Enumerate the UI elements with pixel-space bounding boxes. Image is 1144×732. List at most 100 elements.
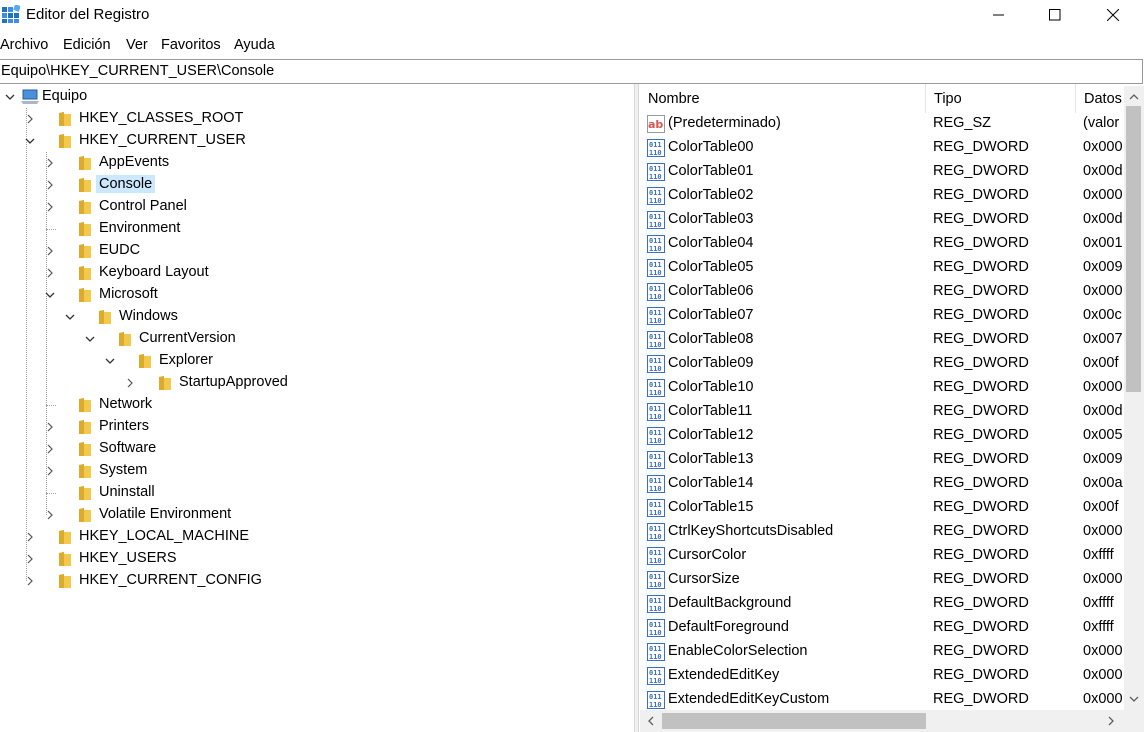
values-list-pane[interactable]: Nombre Tipo Datos ab (Predeterminado) REG_… <box>640 84 1144 732</box>
svg-text:ab: ab <box>648 118 663 131</box>
svg-text:110: 110 <box>649 197 662 205</box>
chevron-down-icon[interactable] <box>103 354 117 368</box>
tree-node[interactable]: HKEY_CURRENT_USER <box>0 130 630 152</box>
tree-node[interactable]: Keyboard Layout <box>0 262 630 284</box>
binary-value-icon: 011 110 <box>647 235 665 253</box>
table-row[interactable]: 011 110 DefaultForeground REG_DWORD 0xffff <box>640 616 1124 640</box>
svg-text:011: 011 <box>649 621 662 629</box>
value-type: REG_DWORD <box>933 451 1029 467</box>
table-row[interactable]: 011 110 ColorTable07 REG_DWORD 0x00c <box>640 304 1124 328</box>
table-row[interactable]: 011 110 ColorTable04 REG_DWORD 0x001 <box>640 232 1124 256</box>
table-row[interactable]: 011 110 ColorTable03 REG_DWORD 0x00d <box>640 208 1124 232</box>
tree-node[interactable]: System <box>0 460 630 482</box>
menu-ayuda[interactable]: Ayuda <box>234 37 275 53</box>
tree-node[interactable]: Network <box>0 394 630 416</box>
table-row[interactable]: 011 110 ColorTable10 REG_DWORD 0x000 <box>640 376 1124 400</box>
table-row[interactable]: 011 110 ColorTable01 REG_DWORD 0x00d <box>640 160 1124 184</box>
table-row[interactable]: 011 110 ExtendedEditKeyCustom REG_DWORD 0x00… <box>640 688 1124 712</box>
value-type: REG_SZ <box>933 115 992 131</box>
tree-node[interactable]: AppEvents <box>0 152 630 174</box>
table-row[interactable]: 011 110 ColorTable13 REG_DWORD 0x009 <box>640 448 1124 472</box>
value-name: ColorTable04 <box>668 235 754 251</box>
svg-text:011: 011 <box>649 357 662 365</box>
table-row[interactable]: 011 110 ColorTable09 REG_DWORD 0x00f <box>640 352 1124 376</box>
scroll-up-arrow-icon[interactable] <box>1125 88 1143 106</box>
table-row[interactable]: 011 110 ColorTable02 REG_DWORD 0x000 <box>640 184 1124 208</box>
tree-node[interactable]: Windows <box>0 306 630 328</box>
tree-node[interactable]: HKEY_CURRENT_CONFIG <box>0 570 630 592</box>
tree-node[interactable]: Equipo <box>0 86 630 108</box>
table-row[interactable]: 011 110 DefaultBackground REG_DWORD 0xffff <box>640 592 1124 616</box>
tree-node[interactable]: HKEY_USERS <box>0 548 630 570</box>
tree-node[interactable]: Environment <box>0 218 630 240</box>
minimize-button[interactable] <box>970 0 1028 30</box>
folder-icon <box>78 199 92 219</box>
svg-text:011: 011 <box>649 285 662 293</box>
tree-node[interactable]: Uninstall <box>0 482 630 504</box>
table-row[interactable]: 011 110 CursorColor REG_DWORD 0xffff <box>640 544 1124 568</box>
value-data: 0x000 <box>1083 643 1123 659</box>
folder-icon <box>58 551 72 571</box>
table-row[interactable]: 011 110 CursorSize REG_DWORD 0x000 <box>640 568 1124 592</box>
table-row[interactable]: 011 110 ColorTable12 REG_DWORD 0x005 <box>640 424 1124 448</box>
tree-node[interactable]: StartupApproved <box>0 372 630 394</box>
tree-node[interactable]: EUDC <box>0 240 630 262</box>
folder-icon <box>78 177 92 197</box>
value-data: 0x000 <box>1083 379 1123 395</box>
close-button[interactable] <box>1084 0 1142 30</box>
value-name: ColorTable15 <box>668 499 754 515</box>
menu-archivo[interactable]: Archivo <box>0 37 48 53</box>
binary-value-icon: 011 110 <box>647 403 665 421</box>
column-header-type[interactable]: Tipo <box>926 84 1076 113</box>
tree-node[interactable]: Software <box>0 438 630 460</box>
tree-node[interactable]: Console <box>0 174 630 196</box>
svg-text:110: 110 <box>649 509 662 517</box>
scroll-right-arrow-icon[interactable] <box>1102 712 1120 730</box>
tree-node[interactable]: Volatile Environment <box>0 504 630 526</box>
value-type: REG_DWORD <box>933 403 1029 419</box>
tree-node[interactable]: HKEY_CLASSES_ROOT <box>0 108 630 130</box>
table-row[interactable]: 011 110 EnableColorSelection REG_DWORD 0x000 <box>640 640 1124 664</box>
binary-value-icon: 011 110 <box>647 259 665 277</box>
table-row[interactable]: 011 110 ColorTable15 REG_DWORD 0x00f <box>640 496 1124 520</box>
table-row[interactable]: 011 110 ColorTable08 REG_DWORD 0x007 <box>640 328 1124 352</box>
vertical-scroll-thumb[interactable] <box>1126 106 1141 392</box>
table-row[interactable]: ab (Predeterminado) REG_SZ (valor <box>640 112 1124 136</box>
tree-node[interactable]: Explorer <box>0 350 630 372</box>
address-bar[interactable]: Equipo\HKEY_CURRENT_USER\Console <box>0 59 1143 84</box>
tree-node[interactable]: Control Panel <box>0 196 630 218</box>
chevron-down-icon[interactable] <box>83 332 97 346</box>
menu-favoritos[interactable]: Favoritos <box>161 37 221 53</box>
binary-value-icon: 011 110 <box>647 643 665 661</box>
tree-node[interactable]: Printers <box>0 416 630 438</box>
menu-edicion[interactable]: Edición <box>63 37 111 53</box>
tree-node[interactable]: Microsoft <box>0 284 630 306</box>
value-type: REG_DWORD <box>933 547 1029 563</box>
scroll-left-arrow-icon[interactable] <box>642 712 660 730</box>
table-row[interactable]: 011 110 ColorTable06 REG_DWORD 0x000 <box>640 280 1124 304</box>
maximize-button[interactable] <box>1026 0 1084 30</box>
table-row[interactable]: 011 110 ColorTable14 REG_DWORD 0x00a <box>640 472 1124 496</box>
menu-ver[interactable]: Ver <box>126 37 148 53</box>
folder-icon <box>78 155 92 175</box>
horizontal-scroll-thumb[interactable] <box>662 713 926 729</box>
table-row[interactable]: 011 110 ExtendedEditKey REG_DWORD 0x000 <box>640 664 1124 688</box>
table-row[interactable]: 011 110 ColorTable11 REG_DWORD 0x00d <box>640 400 1124 424</box>
value-name: ColorTable10 <box>668 379 754 395</box>
tree-connector <box>46 229 56 230</box>
key-tree-pane[interactable]: Equipo HKEY_CLASSES_ROOT HKEY_CURRENT_USER… <box>0 84 634 732</box>
chevron-down-icon[interactable] <box>3 90 17 104</box>
binary-value-icon: 011 110 <box>647 691 665 709</box>
table-row[interactable]: 011 110 ColorTable05 REG_DWORD 0x009 <box>640 256 1124 280</box>
chevron-right-icon[interactable] <box>123 376 137 390</box>
scroll-down-arrow-icon[interactable] <box>1125 690 1143 708</box>
value-data: 0x000 <box>1083 139 1123 155</box>
tree-node[interactable]: CurrentVersion <box>0 328 630 350</box>
tree-node-label: HKEY_CURRENT_CONFIG <box>79 572 262 588</box>
pane-splitter[interactable] <box>634 84 639 732</box>
tree-node[interactable]: HKEY_LOCAL_MACHINE <box>0 526 630 548</box>
table-row[interactable]: 011 110 CtrlKeyShortcutsDisabled REG_DWORD 0… <box>640 520 1124 544</box>
column-header-name[interactable]: Nombre <box>640 84 926 113</box>
chevron-down-icon[interactable] <box>63 310 77 324</box>
table-row[interactable]: 011 110 ColorTable00 REG_DWORD 0x000 <box>640 136 1124 160</box>
